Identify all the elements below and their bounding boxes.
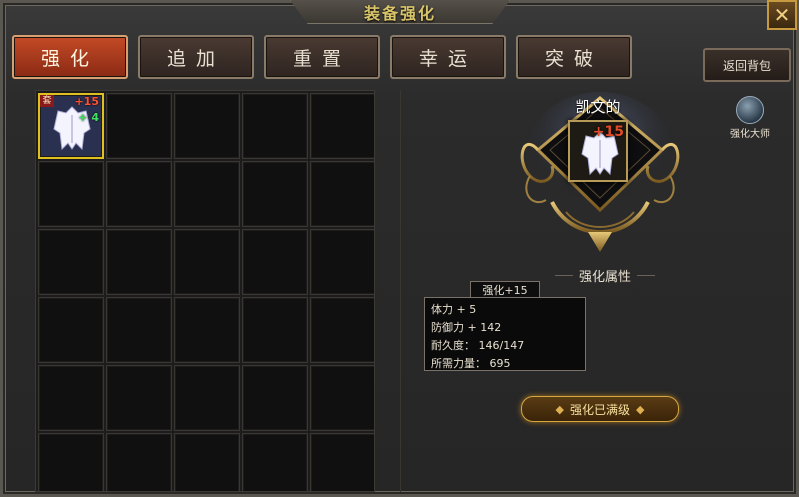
inventory-slot[interactable] (38, 229, 104, 295)
ornament-left-icon: ◆ (555, 402, 564, 416)
close-icon: ✕ (773, 3, 791, 27)
set-badge: 套 (40, 95, 54, 107)
inventory-slot[interactable] (174, 297, 240, 363)
tab-breakthrough[interactable]: 突破 (516, 35, 632, 79)
inventory-slot[interactable] (106, 93, 172, 159)
window-title: 装备强化 (363, 3, 436, 23)
tab-reset[interactable]: 重置 (264, 35, 380, 79)
inventory-slot[interactable] (106, 433, 172, 491)
inventory-slot[interactable] (310, 365, 374, 431)
inventory-grid: 套 +15 + 4 (38, 93, 374, 491)
stat-box: 体力 + 5 防御力 + 142 耐久度： 146/147 所需力量： 695 (424, 297, 586, 371)
add-level-badge: + 4 (78, 111, 99, 124)
function-tabs: 强化 追加 重置 幸运 突破 (12, 35, 632, 79)
inventory-slot[interactable] (174, 93, 240, 159)
tab-label: 幸运 (418, 47, 477, 70)
enhance-level-badge: +15 (74, 95, 99, 108)
enhance-target-slot[interactable]: +15 (568, 120, 628, 182)
inventory-slot[interactable] (106, 161, 172, 227)
inventory-slot[interactable] (242, 161, 308, 227)
inventory-slot[interactable] (106, 365, 172, 431)
orb-icon (736, 96, 764, 124)
tab-label: 重置 (292, 47, 351, 70)
inventory-slot[interactable] (242, 365, 308, 431)
panel-divider (400, 90, 401, 492)
back-to-bag-button[interactable]: 返回背包 (703, 48, 791, 82)
inventory-slot[interactable] (38, 433, 104, 491)
inventory-slot[interactable] (174, 161, 240, 227)
attribute-heading: 强化属性 (545, 266, 665, 285)
item-name: 凯文的 (575, 98, 621, 116)
tab-luck[interactable]: 幸运 (390, 35, 506, 79)
inventory-slot[interactable] (310, 433, 374, 491)
inventory-slot[interactable] (310, 161, 374, 227)
inventory-slot[interactable] (174, 229, 240, 295)
tab-label: 追加 (166, 47, 225, 70)
divider-line (554, 275, 573, 276)
enhance-level-label: +15 (592, 124, 624, 140)
inventory-slot[interactable] (38, 297, 104, 363)
max-level-button[interactable]: ◆ 强化已满级 ◆ (521, 396, 679, 422)
tab-label: 突破 (544, 47, 603, 70)
inventory-slot-selected[interactable]: 套 +15 + 4 (38, 93, 104, 159)
tab-append[interactable]: 追加 (138, 35, 254, 79)
attribute-heading-text: 强化属性 (578, 270, 631, 285)
inventory-slot[interactable] (38, 161, 104, 227)
inventory-slot[interactable] (242, 433, 308, 491)
inventory-slot[interactable] (242, 93, 308, 159)
inventory-slot[interactable] (174, 365, 240, 431)
divider-line (637, 275, 655, 276)
ornament-right-icon: ◆ (636, 402, 645, 416)
inventory-slot[interactable] (106, 229, 172, 295)
stat-line: 所需力量： 695 (431, 357, 511, 370)
enhance-master-label: 强化大师 (730, 129, 770, 140)
inventory-slot[interactable] (106, 297, 172, 363)
inventory-slot[interactable] (242, 229, 308, 295)
tab-enhance[interactable]: 强化 (12, 35, 128, 79)
stat-line: 防御力 + 142 (431, 321, 502, 334)
stat-line: 体力 + 5 (431, 303, 477, 316)
close-button[interactable]: ✕ (767, 0, 797, 30)
enhance-master-button[interactable]: 强化大师 (722, 96, 778, 140)
inventory-slot[interactable] (310, 229, 374, 295)
inventory-slot[interactable] (310, 297, 374, 363)
stat-line: 耐久度： 146/147 (431, 339, 525, 352)
inventory-slot[interactable] (310, 93, 374, 159)
inventory-slot[interactable] (174, 433, 240, 491)
inventory-slot[interactable] (242, 297, 308, 363)
tab-label: 强化 (40, 47, 99, 70)
title-banner: 装备强化 (290, 0, 510, 24)
inventory-panel: 套 +15 + 4 (35, 90, 375, 492)
max-level-label: 强化已满级 (569, 402, 630, 417)
inventory-slot[interactable] (38, 365, 104, 431)
